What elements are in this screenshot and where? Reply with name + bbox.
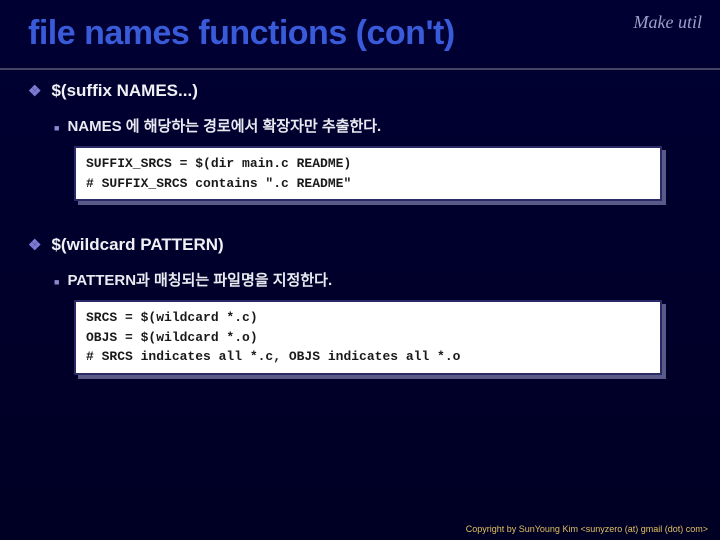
corner-label: Make util [634, 12, 702, 33]
diamond-icon: ❖ [28, 236, 41, 254]
slide: Make util file names functions (con't) ❖… [0, 0, 720, 540]
code-block: SRCS = $(wildcard *.c) OBJS = $(wildcard… [74, 300, 662, 375]
footer-copyright: Copyright by SunYoung Kim <sunyzero (at)… [466, 524, 708, 534]
section-heading: $(wildcard PATTERN) [51, 235, 223, 255]
section-wildcard: ❖ $(wildcard PATTERN) ■ PATTERN과 매칭되는 파일… [28, 235, 692, 375]
code-block: SUFFIX_SRCS = $(dir main.c README) # SUF… [74, 146, 662, 201]
code-content: SRCS = $(wildcard *.c) OBJS = $(wildcard… [74, 300, 662, 375]
bullet-level2: ■ PATTERN과 매칭되는 파일명을 지정한다. [54, 269, 692, 290]
square-icon: ■ [54, 121, 59, 136]
square-icon: ■ [54, 275, 59, 290]
section-suffix: ❖ $(suffix NAMES...) ■ NAMES 에 해당하는 경로에서… [28, 81, 692, 201]
section-sub: PATTERN과 매칭되는 파일명을 지정한다. [67, 269, 332, 290]
code-content: SUFFIX_SRCS = $(dir main.c README) # SUF… [74, 146, 662, 201]
bullet-level2: ■ NAMES 에 해당하는 경로에서 확장자만 추출한다. [54, 115, 692, 136]
slide-body: ❖ $(suffix NAMES...) ■ NAMES 에 해당하는 경로에서… [28, 81, 692, 375]
bullet-level1: ❖ $(suffix NAMES...) [28, 81, 692, 101]
bullet-level1: ❖ $(wildcard PATTERN) [28, 235, 692, 255]
diamond-icon: ❖ [28, 82, 41, 100]
section-sub: NAMES 에 해당하는 경로에서 확장자만 추출한다. [67, 115, 381, 136]
section-heading: $(suffix NAMES...) [51, 81, 197, 101]
page-title: file names functions (con't) [28, 14, 692, 53]
